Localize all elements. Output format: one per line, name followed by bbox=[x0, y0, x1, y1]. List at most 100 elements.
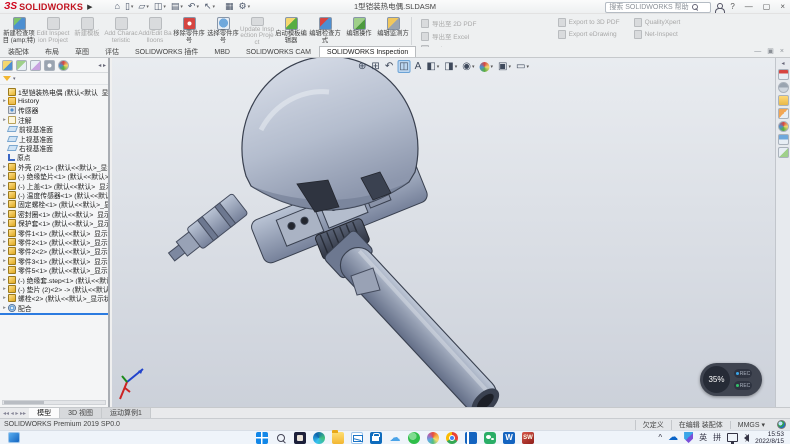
expand-arrow-icon[interactable]: ▸ bbox=[1, 267, 8, 273]
tree-item[interactable]: ▸ 前视基准面 bbox=[1, 125, 108, 134]
tree-item[interactable]: ▸ 固定螺栓<1> (默认<<默认>_显示 bbox=[1, 200, 108, 209]
view-palette-icon[interactable] bbox=[778, 108, 789, 119]
heads-up-button[interactable]: ◫ bbox=[397, 60, 410, 73]
quick-access-button[interactable]: ⌂ bbox=[113, 1, 122, 13]
document-tab[interactable]: 3D 视图 bbox=[60, 408, 102, 418]
expand-arrow-icon[interactable]: ▸ bbox=[1, 248, 8, 254]
ime-indicator[interactable]: 拼 bbox=[713, 432, 721, 443]
heads-up-button[interactable]: ◨ ▾ bbox=[443, 60, 458, 73]
ribbon-button[interactable]: Add/Edit Balloons bbox=[138, 15, 172, 47]
configurationmanager-tab-icon[interactable] bbox=[30, 60, 41, 71]
ribbon-tab[interactable]: MBD bbox=[206, 46, 238, 57]
heads-up-button[interactable]: ⊕ bbox=[357, 60, 367, 73]
wechat-icon[interactable] bbox=[484, 432, 496, 444]
tree-item[interactable]: ▸ 零件1<1> (默认<<默认>_显示状态 bbox=[1, 228, 108, 237]
featuremanager-tab-icon[interactable] bbox=[2, 60, 13, 71]
zoom-percent-dial[interactable]: 35% bbox=[703, 366, 730, 393]
language-indicator[interactable]: 英 bbox=[699, 432, 707, 443]
restore-button[interactable]: ▢ bbox=[760, 1, 774, 13]
speaker-icon[interactable] bbox=[744, 434, 749, 442]
quick-access-button[interactable]: ⚙ ▾ bbox=[237, 1, 253, 13]
expand-arrow-icon[interactable]: ▸ bbox=[1, 295, 8, 301]
panel-tab-arrows[interactable]: ◂ ▸ bbox=[98, 62, 106, 69]
security-shield-icon[interactable] bbox=[684, 432, 693, 443]
heads-up-button[interactable]: ▭ ▾ bbox=[515, 60, 530, 73]
export-menu-item[interactable]: Export eDrawing bbox=[558, 30, 620, 39]
start-icon[interactable] bbox=[256, 432, 268, 444]
design-library-icon[interactable] bbox=[778, 82, 789, 93]
quick-access-button[interactable]: ▦ bbox=[223, 1, 236, 13]
tree-item[interactable]: ▸ (-) 上盖<1> (默认<<默认>_显示状 bbox=[1, 181, 108, 190]
doc-restore-icon[interactable]: ▣ bbox=[767, 47, 774, 57]
ribbon-button[interactable]: Edit Inspection Project bbox=[36, 15, 70, 47]
export-menu-item[interactable]: 导出至 2D PDF bbox=[421, 18, 544, 28]
document-tab[interactable]: 模型 bbox=[29, 408, 60, 418]
graphics-viewport[interactable]: ⊕ ⊞ ↶ ◫ A bbox=[112, 58, 775, 407]
doc-close-icon[interactable]: × bbox=[780, 47, 784, 57]
quick-access-button[interactable]: ◫ ▾ bbox=[152, 1, 168, 13]
expand-arrow-icon[interactable]: ▸ bbox=[1, 183, 8, 189]
ribbon-tab[interactable]: SOLIDWORKS Inspection bbox=[319, 46, 416, 57]
custom-properties-icon[interactable] bbox=[778, 134, 789, 145]
dropdown-arrow-icon[interactable]: ▾ bbox=[508, 64, 511, 70]
chrome-icon[interactable] bbox=[446, 432, 458, 444]
search-icon[interactable] bbox=[692, 4, 698, 10]
dropdown-arrow-icon[interactable]: ▾ bbox=[146, 4, 149, 10]
units-caret-icon[interactable]: ▾ bbox=[761, 422, 765, 429]
store-icon[interactable] bbox=[370, 432, 382, 444]
ribbon-tab[interactable]: 布局 bbox=[37, 46, 67, 57]
onedrive-icon[interactable]: ☁ bbox=[668, 432, 678, 444]
solidworks-logo[interactable]: ЗS SOLIDWORKS ▶ bbox=[0, 1, 97, 12]
dropdown-arrow-icon[interactable]: ▾ bbox=[491, 64, 494, 70]
explorer-icon[interactable] bbox=[332, 432, 344, 444]
tree-item[interactable]: ▸ History bbox=[1, 96, 108, 105]
quick-access-button[interactable]: ↖ ▾ bbox=[202, 1, 217, 13]
dropdown-arrow-icon[interactable]: ▾ bbox=[472, 64, 475, 70]
tree-item[interactable]: ▸ (-) 温度传感器<1> (默认<<默认>_ bbox=[1, 190, 108, 199]
heads-up-button[interactable]: A bbox=[414, 60, 423, 73]
document-tab[interactable]: 运动算例1 bbox=[102, 408, 151, 418]
appearances-scenes-icon[interactable] bbox=[778, 121, 789, 132]
propertymanager-tab-icon[interactable] bbox=[16, 60, 27, 71]
tree-item[interactable]: ▸ 密封圈<1> (默认<<默认>_显示状 bbox=[1, 209, 108, 218]
tree-item[interactable]: ▸ (-) 绝缘套.step<1> (默认<<默认> bbox=[1, 275, 108, 284]
heads-up-button[interactable]: ● ▾ bbox=[479, 60, 495, 73]
task-pane-home-icon[interactable] bbox=[778, 69, 789, 80]
tab-nav-arrows[interactable]: ◂◂ ◂ ▸ ▸▸ bbox=[0, 408, 29, 418]
tree-item[interactable]: ▸ 上视基准面 bbox=[1, 134, 108, 143]
menu-flyout-icon[interactable]: ▶ bbox=[87, 3, 92, 11]
heads-up-button[interactable]: ◉ ▾ bbox=[461, 60, 475, 73]
ribbon-tab[interactable]: 装配体 bbox=[0, 46, 37, 57]
dropdown-arrow-icon[interactable]: ▾ bbox=[437, 64, 440, 70]
dictionary-icon[interactable] bbox=[465, 432, 477, 444]
ribbon-button[interactable]: 编辑检查方式 bbox=[308, 15, 342, 47]
minimize-button[interactable]: — bbox=[742, 1, 756, 13]
quick-access-button[interactable]: ▤ ▾ bbox=[169, 1, 185, 13]
heads-up-button[interactable]: ⊞ bbox=[370, 60, 380, 73]
expand-arrow-icon[interactable]: ▸ bbox=[1, 98, 8, 104]
tree-item[interactable]: ▸ 零件2<2> (默认<<默认>_显示状态 bbox=[1, 247, 108, 256]
expand-arrow-icon[interactable]: ▸ bbox=[1, 286, 8, 292]
ribbon-tab[interactable]: SOLIDWORKS CAM bbox=[238, 46, 319, 57]
expand-arrow-icon[interactable]: ▸ bbox=[1, 201, 8, 207]
tree-item[interactable]: ▸ 零件3<1> (默认<<默认>_显示状态 bbox=[1, 256, 108, 265]
tree-item[interactable]: ▸ 保护套<1> (默认<<默认>_显示状 bbox=[1, 218, 108, 227]
tree-item[interactable]: ▸ (-) 绝缘垫片<1> (默认<<默认>_显 bbox=[1, 172, 108, 181]
browser-360-icon[interactable] bbox=[408, 432, 420, 444]
assembly-3d-model[interactable] bbox=[112, 58, 775, 407]
quick-access-button[interactable]: ▯ ▾ bbox=[123, 1, 135, 13]
tree-item[interactable]: ▸ 零件5<1> (默认<<默认>_显示状态 bbox=[1, 265, 108, 274]
mail-icon[interactable] bbox=[351, 432, 363, 444]
quick-access-button[interactable]: ↶ ▾ bbox=[186, 1, 201, 13]
tree-item[interactable]: ▸ (-) 垫片 (2)<2> -> (默认<<默认>_ bbox=[1, 284, 108, 293]
export-menu-item[interactable]: QualityXpert bbox=[634, 18, 681, 27]
dropdown-arrow-icon[interactable]: ▾ bbox=[455, 64, 458, 70]
edge-icon[interactable] bbox=[313, 432, 325, 444]
ribbon-button[interactable]: 编辑监测方 bbox=[376, 15, 410, 47]
dropdown-arrow-icon[interactable]: ▾ bbox=[131, 4, 134, 10]
dropdown-arrow-icon[interactable]: ▾ bbox=[213, 4, 216, 10]
filter-caret-icon[interactable]: ▾ bbox=[13, 76, 16, 82]
ribbon-tab[interactable]: SOLIDWORKS 插件 bbox=[127, 46, 206, 57]
heads-up-button[interactable]: ◧ ▾ bbox=[425, 60, 440, 73]
search-input[interactable]: 搜索 SOLIDWORKS 帮助 bbox=[605, 2, 711, 13]
